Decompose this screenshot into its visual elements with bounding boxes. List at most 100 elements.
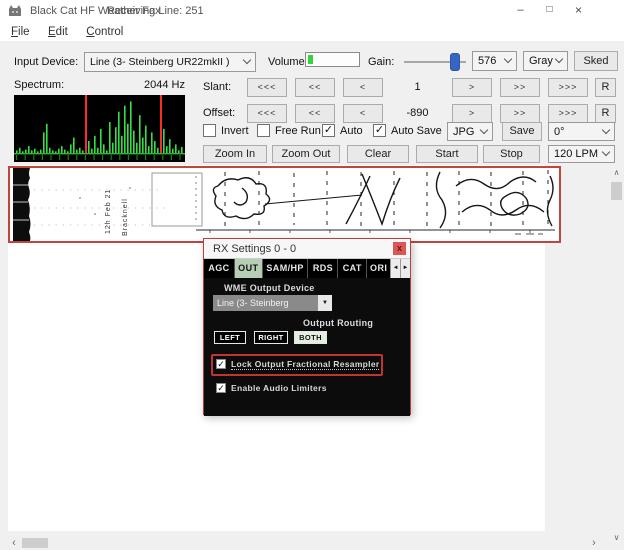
received-fax-image: 12h Feb 21 Bracknell — [8, 166, 561, 243]
chevron-down-icon — [479, 125, 489, 134]
save-button[interactable]: Save — [502, 122, 542, 141]
spectrum-display[interactable] — [14, 95, 185, 162]
dialog-body: WME Output Device Line (3- Steinberg ▼ O… — [204, 278, 410, 416]
offset-fwd-button[interactable]: >> — [500, 104, 540, 123]
horizontal-scrollbar[interactable]: ‹ › — [0, 536, 609, 550]
tab-sam-hp[interactable]: SAM/HP — [263, 259, 309, 278]
rotation-select[interactable]: 0° — [548, 122, 615, 141]
input-device-select[interactable]: Line (3- Steinberg UR22mkII ) — [84, 52, 256, 72]
tab-cat[interactable]: CAT — [338, 259, 368, 278]
fax-image-content: 12h Feb 21 Bracknell — [13, 168, 555, 241]
menu-edit[interactable]: Edit — [41, 25, 75, 39]
tab-ori[interactable]: ORI — [367, 259, 390, 278]
tab-rds[interactable]: RDS — [308, 259, 339, 278]
lock-resampler-checkbox[interactable]: ✓ — [216, 359, 226, 369]
scroll-left-icon[interactable]: ‹ — [8, 538, 20, 549]
tab-scroll-left-icon[interactable]: ◄ — [390, 259, 401, 278]
slant-fast-fwd-button[interactable]: >>> — [548, 78, 588, 97]
output-device-select[interactable]: Line (3- Steinberg ▼ — [213, 295, 332, 311]
offset-slow-fwd-button[interactable]: > — [452, 104, 492, 123]
slant-slow-back-button[interactable]: < — [343, 78, 383, 97]
offset-back-button[interactable]: << — [295, 104, 335, 123]
routing-right-button[interactable]: RIGHT — [254, 331, 288, 344]
volume-label: Volume: — [268, 56, 308, 68]
offset-reset-button[interactable]: R — [595, 104, 616, 123]
receiving-line-status: Receiving Line: 251 — [107, 5, 204, 17]
tab-agc[interactable]: AGC — [204, 259, 235, 278]
wme-output-device-label: WME Output Device — [224, 283, 315, 293]
lpm-value: 120 LPM — [554, 148, 599, 160]
slant-reset-button[interactable]: R — [595, 78, 616, 97]
auto-save-checkbox[interactable]: ✓ — [373, 124, 386, 137]
free-run-label: Free Run — [275, 125, 321, 137]
title-bar: Black Cat HF Weather Fax Receiving Line:… — [0, 0, 624, 22]
dialog-close-button[interactable]: x — [393, 242, 406, 255]
menu-file[interactable]: File — [4, 25, 37, 39]
stop-button[interactable]: Stop — [483, 145, 540, 163]
spectrum-frequency: 2044 Hz — [144, 79, 185, 91]
spectrum-label: Spectrum: — [14, 79, 65, 91]
gain-slider-thumb[interactable] — [450, 53, 460, 71]
save-format-select[interactable]: JPG — [447, 122, 493, 141]
lpm-select[interactable]: 120 LPM — [548, 145, 615, 163]
lock-resampler-label: Lock Output Fractional Resampler — [231, 359, 380, 370]
offset-fast-fwd-button[interactable]: >>> — [548, 104, 588, 123]
slant-label: Slant: — [203, 81, 232, 93]
dialog-tab-bar: AGC OUT SAM/HP RDS CAT ORI ◄ ► — [204, 259, 410, 278]
dialog-title: RX Settings 0 - 0 — [213, 243, 297, 255]
dialog-title-bar[interactable]: RX Settings 0 - 0 x — [204, 239, 410, 259]
scroll-right-icon[interactable]: › — [588, 538, 600, 549]
chevron-down-icon — [554, 54, 564, 64]
sked-button[interactable]: Sked — [574, 51, 618, 71]
horizontal-scroll-thumb[interactable] — [22, 538, 48, 548]
app-window: Black Cat HF Weather Fax Receiving Line:… — [0, 0, 624, 550]
routing-left-button[interactable]: LEFT — [214, 331, 246, 344]
vertical-scroll-thumb[interactable] — [611, 182, 622, 200]
start-button[interactable]: Start — [416, 145, 478, 163]
invert-label: Invert — [221, 125, 249, 137]
color-mode-value: Gray — [529, 55, 553, 67]
menu-control[interactable]: Control — [79, 25, 130, 39]
volume-meter — [305, 52, 360, 67]
slant-fwd-button[interactable]: >> — [500, 78, 540, 97]
tab-out[interactable]: OUT — [234, 259, 263, 278]
tab-scroll-right-icon[interactable]: ► — [400, 259, 410, 278]
chevron-down-icon — [242, 55, 252, 65]
auto-checkbox[interactable]: ✓ — [322, 124, 335, 137]
rotation-value: 0° — [554, 125, 565, 138]
output-device-value: Line (3- Steinberg — [213, 295, 318, 311]
close-button[interactable]: × — [564, 0, 593, 22]
clear-button[interactable]: Clear — [347, 145, 409, 163]
offset-label: Offset: — [203, 107, 236, 119]
dropdown-arrow-icon[interactable]: ▼ — [318, 295, 332, 311]
chevron-down-icon — [601, 147, 611, 157]
rx-settings-dialog: RX Settings 0 - 0 x AGC OUT SAM/HP RDS C… — [203, 238, 411, 416]
slant-back-button[interactable]: << — [295, 78, 335, 97]
free-run-checkbox[interactable] — [257, 124, 270, 137]
minimize-button[interactable]: – — [506, 0, 535, 22]
control-panel: Input Device: Line (3- Steinberg UR22mkI… — [0, 41, 624, 165]
audio-limiters-checkbox[interactable]: ✓ — [216, 383, 226, 393]
offset-fast-back-button[interactable]: <<< — [247, 104, 287, 123]
slant-slow-fwd-button[interactable]: > — [452, 78, 492, 97]
lines-select[interactable]: 576 — [472, 51, 517, 71]
save-format-value: JPG — [453, 125, 475, 138]
vertical-scrollbar[interactable]: ∧ ∨ — [609, 165, 624, 545]
spectrum-bars — [14, 95, 185, 160]
slant-fast-back-button[interactable]: <<< — [247, 78, 287, 97]
menu-bar: File Edit Control — [0, 22, 624, 41]
gain-slider[interactable] — [404, 52, 466, 72]
routing-both-button[interactable]: BOTH — [294, 331, 327, 344]
scroll-up-icon[interactable]: ∧ — [609, 168, 624, 177]
maximize-button[interactable]: □ — [535, 0, 564, 22]
zoom-in-button[interactable]: Zoom In — [203, 145, 267, 163]
chevron-down-icon — [601, 125, 611, 134]
color-mode-select[interactable]: Gray — [523, 51, 568, 71]
zoom-out-button[interactable]: Zoom Out — [272, 145, 340, 163]
offset-slow-back-button[interactable]: < — [343, 104, 383, 123]
auto-save-label: Auto Save — [391, 125, 442, 137]
invert-checkbox[interactable] — [203, 124, 216, 137]
scroll-down-icon[interactable]: ∨ — [609, 533, 624, 542]
input-device-label: Input Device: — [14, 56, 79, 68]
auto-label: Auto — [340, 125, 363, 137]
